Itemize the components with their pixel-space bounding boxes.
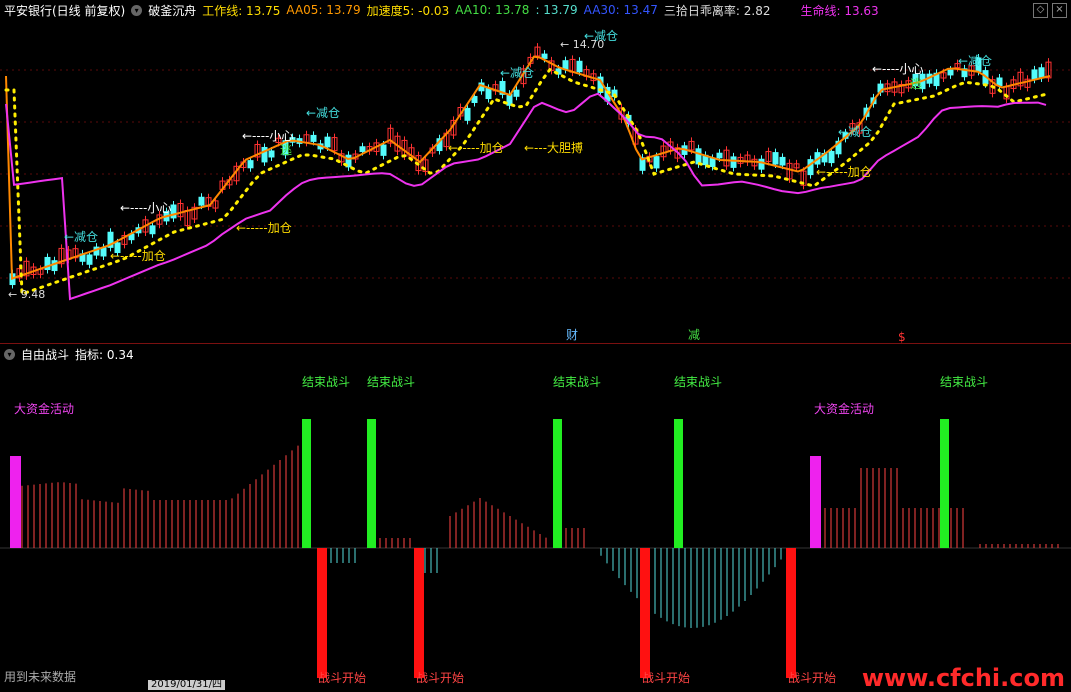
battle-end-label: 结束战斗 — [302, 375, 350, 389]
chart-annotation: 逃 — [280, 143, 292, 157]
candle-body — [485, 87, 492, 100]
chart-annotation: ←减仓 — [838, 125, 872, 139]
candle-body — [695, 148, 702, 165]
chart-annotation: ←----小心 — [242, 129, 293, 143]
chart-annotation: ←减仓 — [64, 230, 98, 244]
cursor-date: 2019/01/31/四 — [148, 680, 226, 690]
funds-bar — [810, 456, 821, 548]
candle-body — [947, 69, 954, 76]
candle-body — [324, 136, 331, 148]
candle-body — [380, 144, 387, 156]
low-price-label: ← 9.48 — [8, 288, 45, 301]
battle-end-bar — [553, 419, 562, 548]
battle-start-bar — [640, 548, 650, 678]
marker-jian: 减 — [688, 328, 700, 342]
candle-body — [464, 107, 471, 121]
chart-annotation: ←----小心 — [120, 201, 171, 215]
candle-body — [1038, 67, 1045, 79]
candle-body — [576, 60, 583, 73]
candle-body — [541, 53, 548, 59]
chart-annotation: ←-----加仓 — [448, 141, 504, 155]
candle-body — [653, 156, 660, 169]
candle-body — [359, 146, 366, 153]
candle-body — [247, 160, 254, 169]
candle-body — [310, 134, 317, 142]
chart-annotation: ←---大胆搏 — [524, 141, 583, 155]
candle-body — [772, 152, 779, 165]
candle-body — [86, 254, 93, 265]
candle-body — [1031, 69, 1038, 80]
candle-body — [709, 157, 716, 168]
candle-body — [779, 156, 786, 166]
battle-start-label: 战斗开始 — [416, 671, 464, 685]
chart-annotation: ←----小心 — [872, 62, 923, 76]
funds-label: 大资金活动 — [814, 401, 874, 416]
future-data-note: 用到未来数据 — [4, 670, 77, 684]
chart-annotation: ←-----加仓 — [110, 249, 166, 263]
marker-cai: 财 — [566, 328, 578, 342]
life-line — [5, 92, 1047, 301]
battle-start-bar — [317, 548, 327, 678]
chart-annotation: ←-----加仓 — [236, 221, 292, 235]
chart-annotation: ←减仓 — [306, 106, 340, 120]
candle-body — [198, 196, 205, 206]
battle-start-label: 战斗开始 — [642, 671, 690, 685]
battle-start-label: 战斗开始 — [318, 671, 366, 685]
candle-body — [513, 89, 520, 97]
price-chart[interactable]: ←减仓←减仓←减仓←减仓←减仓←减仓←----小心←----小心←----小心←… — [0, 0, 1071, 344]
battle-start-bar — [786, 548, 796, 678]
work-line — [5, 55, 1051, 280]
candle-body — [996, 77, 1003, 87]
chart-annotation: ←减仓 — [958, 54, 992, 68]
battle-end-bar — [674, 419, 683, 548]
battle-end-bar — [302, 419, 311, 548]
battle-start-label: 战斗开始 — [788, 671, 836, 685]
candle-body — [100, 247, 107, 257]
candle-body — [149, 225, 156, 235]
battle-end-bar — [367, 419, 376, 548]
indicator-pane[interactable]: ▾ 自由战斗 指标: 0.34 结束战斗 结束战斗 结束战斗 结束战斗 结束战斗 战斗开始… — [0, 344, 1071, 691]
chart-annotation: ←减仓 — [500, 66, 534, 80]
high-price-label: ← 14.70 — [560, 38, 604, 51]
chart-annotation: ←-----加仓 — [816, 165, 872, 179]
candle-body — [758, 158, 765, 170]
candle-body — [268, 150, 275, 158]
price-chart-pane[interactable]: 平安银行(日线 前复权) ▾ 破釜沉舟 工作线: 13.75 AA05: 13.… — [0, 0, 1071, 344]
watermark: www.cfchi.com — [861, 664, 1065, 692]
battle-start-bar — [414, 548, 424, 678]
indicator-chart[interactable]: 结束战斗 结束战斗 结束战斗 结束战斗 结束战斗战斗开始 战斗开始 战斗开始 战斗开始 大资金活… — [0, 344, 1071, 691]
battle-end-label: 结束战斗 — [553, 375, 601, 389]
battle-end-bar — [940, 419, 949, 548]
candle-body — [716, 152, 723, 159]
funds-label: 大资金活动 — [14, 401, 74, 416]
funds-bar — [10, 456, 21, 548]
battle-end-label: 结束战斗 — [940, 375, 988, 389]
battle-end-label: 结束战斗 — [367, 375, 415, 389]
candle-body — [828, 150, 835, 164]
candle-body — [51, 260, 58, 272]
marker-dollar: $ — [898, 330, 906, 344]
chart-annotation: 逃 — [910, 77, 922, 91]
battle-end-label: 结束战斗 — [674, 375, 722, 389]
candle-body — [730, 156, 737, 168]
